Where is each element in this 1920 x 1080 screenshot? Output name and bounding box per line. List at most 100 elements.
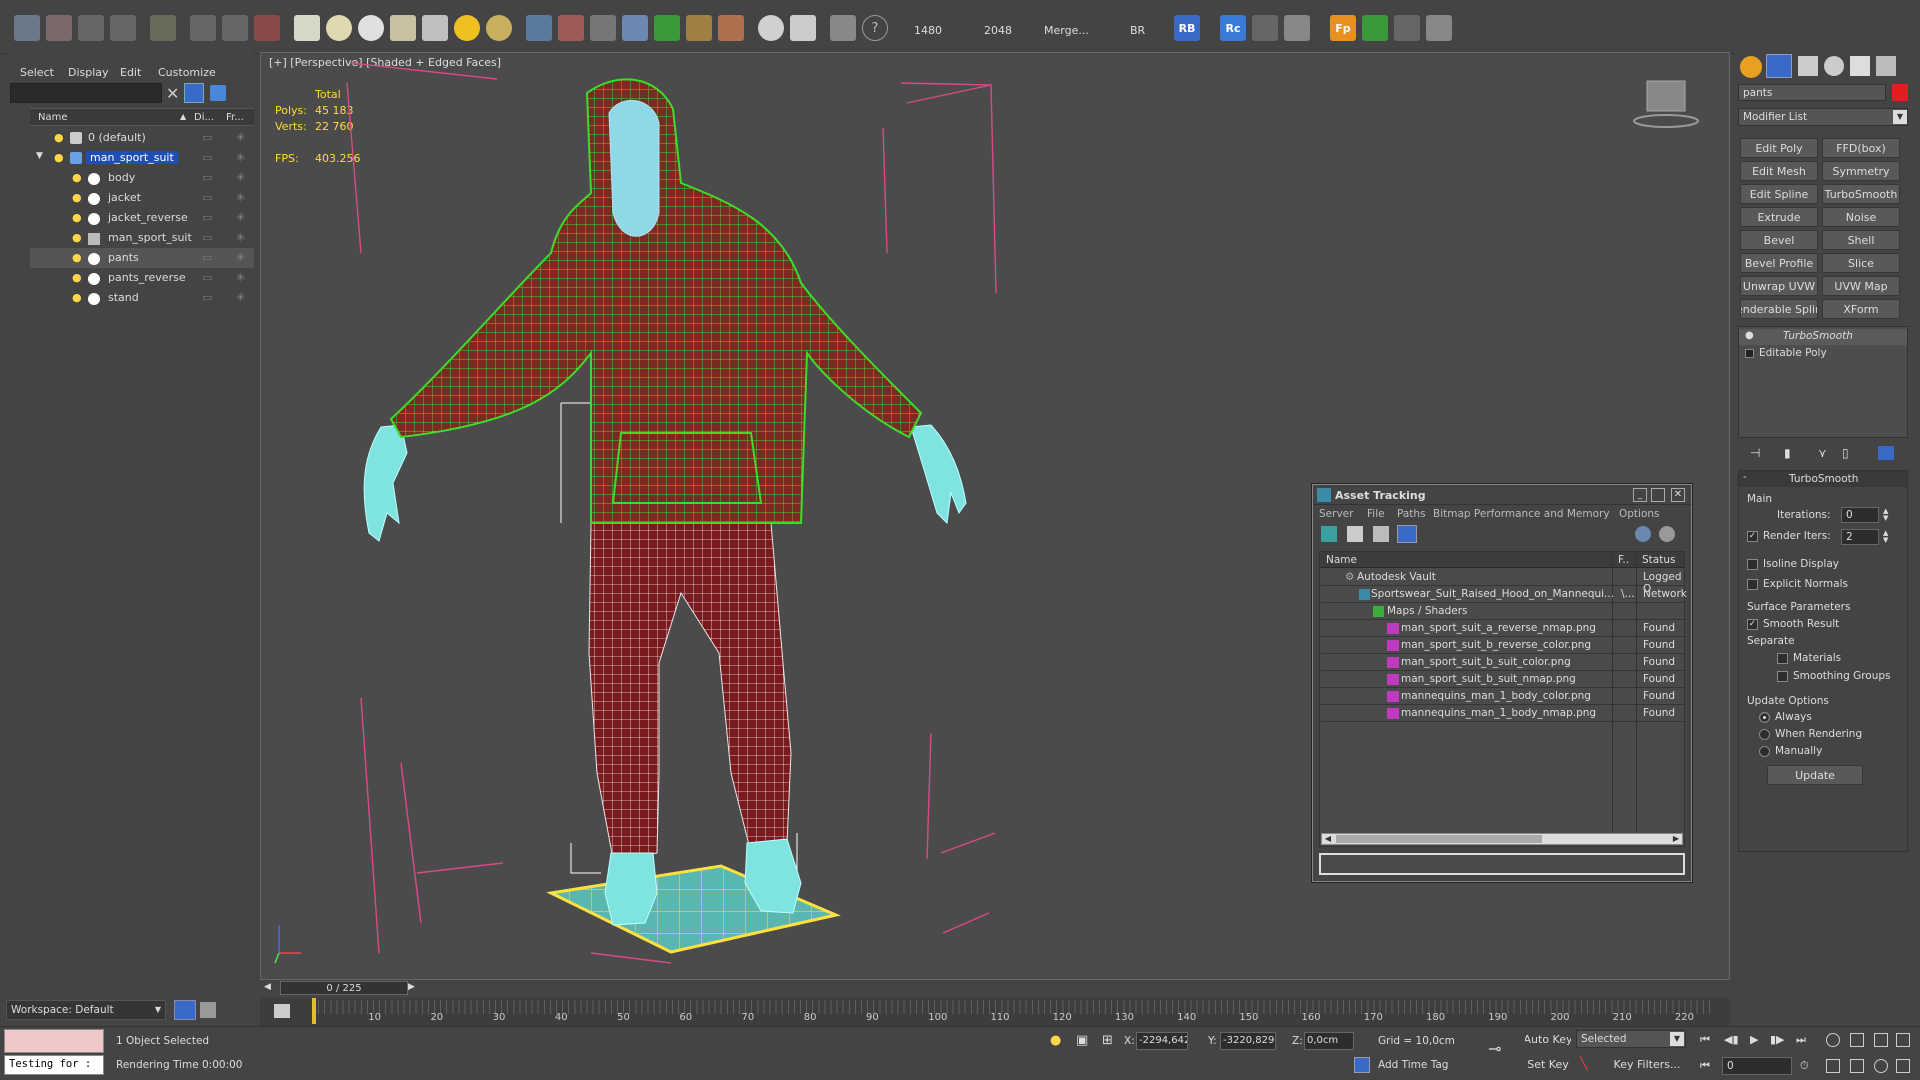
scene-row-man-sport-suit[interactable]: ▼ ● man_sport_suit ▭ ✳ xyxy=(30,148,254,168)
display-icon[interactable]: ▭ xyxy=(202,211,212,224)
materials-checkbox[interactable] xyxy=(1777,653,1788,664)
time-slider-thumb[interactable]: 0 / 225 xyxy=(280,981,408,995)
menu-bitmap[interactable]: Bitmap Performance and Memory xyxy=(1433,508,1610,520)
close-button[interactable]: ✕ xyxy=(1671,488,1685,502)
material-sphere-icon[interactable] xyxy=(758,15,784,41)
time-slider[interactable]: ◀ 0 / 225 ▶ xyxy=(260,980,1730,998)
layer-manager-icon[interactable] xyxy=(174,1000,196,1020)
display-icon[interactable]: ▭ xyxy=(202,291,212,304)
time-tag-icon[interactable] xyxy=(1354,1057,1370,1073)
column-f[interactable]: F.. xyxy=(1618,554,1629,566)
fp-button[interactable]: Fp xyxy=(1330,15,1356,41)
motion-tab-icon[interactable] xyxy=(1824,56,1844,76)
detail-view-icon[interactable] xyxy=(1373,526,1389,542)
xform-button[interactable]: XForm xyxy=(1822,299,1900,319)
current-frame-marker[interactable] xyxy=(312,998,316,1024)
tools-icon[interactable] xyxy=(1252,15,1278,41)
display-icon[interactable]: ▭ xyxy=(202,231,212,244)
display-icon[interactable]: ▭ xyxy=(202,171,212,184)
light-bulb-icon[interactable]: ● xyxy=(72,271,82,284)
table-view-icon[interactable] xyxy=(1397,525,1417,543)
grass-icon[interactable] xyxy=(654,15,680,41)
lock-icon[interactable]: ▣ xyxy=(1076,1033,1088,1048)
mix-icon[interactable] xyxy=(558,15,584,41)
key-selection-dropdown[interactable]: Selected ▼ xyxy=(1576,1030,1686,1048)
pan-icon[interactable] xyxy=(1850,1059,1864,1073)
pin-icon[interactable] xyxy=(590,15,616,41)
next-frame-arrow-icon[interactable]: ▶ xyxy=(408,982,415,992)
rb-button[interactable]: RB xyxy=(1174,15,1200,41)
scene-search-input[interactable] xyxy=(10,83,162,103)
pin-stack-icon[interactable]: ⊣ xyxy=(1750,446,1760,460)
expand-arrow-icon[interactable]: ▼ xyxy=(36,151,43,161)
noise-button[interactable]: Noise xyxy=(1822,207,1900,227)
transform-mode-icon[interactable]: ⊞ xyxy=(1102,1033,1113,1048)
rc-button[interactable]: Rc xyxy=(1220,15,1246,41)
play-icon[interactable]: ▶ xyxy=(1750,1033,1758,1046)
isolate-icon[interactable]: ● xyxy=(1050,1033,1061,1048)
column-name[interactable]: Name xyxy=(1326,554,1357,566)
object-color-swatch[interactable] xyxy=(1892,84,1908,101)
br-button[interactable]: BR xyxy=(1130,24,1145,37)
help-icon[interactable] xyxy=(1635,526,1651,542)
light-bulb-icon[interactable]: ● xyxy=(72,231,82,244)
settings-icon[interactable] xyxy=(1659,526,1675,542)
spreadsheet-icon[interactable] xyxy=(1426,15,1452,41)
scene-row-jacket[interactable]: ● jacket ▭ ✳ xyxy=(30,188,254,208)
scrollbar-thumb[interactable] xyxy=(1336,835,1542,843)
orbit-icon[interactable] xyxy=(1874,1059,1888,1073)
bevel-button[interactable]: Bevel xyxy=(1740,230,1818,250)
help-icon[interactable]: ? xyxy=(862,15,888,41)
time-config-icon[interactable]: ⏱ xyxy=(1800,1059,1809,1073)
menu-paths[interactable]: Paths xyxy=(1397,508,1426,520)
column-status[interactable]: Status xyxy=(1642,554,1675,566)
scroll-left-arrow-icon[interactable]: ◀ xyxy=(1322,834,1334,844)
hair-icon[interactable] xyxy=(686,15,712,41)
display-icon[interactable]: ▭ xyxy=(202,191,212,204)
update-button[interactable]: Update xyxy=(1767,765,1863,785)
y-coordinate-field[interactable]: -3220,829c xyxy=(1220,1032,1276,1050)
menu-edit[interactable]: Edit xyxy=(120,66,141,79)
display-icon[interactable]: ▭ xyxy=(202,251,212,264)
menu-customize[interactable]: Customize xyxy=(158,66,216,79)
add-time-tag[interactable]: Add Time Tag xyxy=(1378,1059,1448,1071)
turbosmooth-button[interactable]: TurboSmooth xyxy=(1822,184,1900,204)
edit-mesh-button[interactable]: Edit Mesh xyxy=(1740,161,1818,181)
sphere-primitive-icon[interactable] xyxy=(326,15,352,41)
slice-button[interactable]: Slice xyxy=(1822,253,1900,273)
light-bulb-icon[interactable]: ● xyxy=(1745,330,1754,341)
freeze-icon[interactable]: ✳ xyxy=(236,211,245,224)
zoom-extents-all-icon[interactable] xyxy=(1896,1033,1910,1047)
tree-icon[interactable] xyxy=(1362,15,1388,41)
go-to-end-icon[interactable]: ⏭ xyxy=(1796,1033,1806,1047)
asset-row-map[interactable]: mannequins_man_1_body_color.png Found xyxy=(1321,688,1685,705)
column-name[interactable]: Name xyxy=(38,112,68,123)
set-key-filter-icon[interactable]: ╲ xyxy=(1580,1057,1588,1072)
expand-plus-icon[interactable] xyxy=(1745,349,1754,358)
freeze-icon[interactable]: ✳ xyxy=(236,171,245,184)
render-iters-spinner[interactable]: 2 xyxy=(1841,529,1879,545)
extrude-button[interactable]: Extrude xyxy=(1740,207,1818,227)
uvw-map-button[interactable]: UVW Map xyxy=(1822,276,1900,296)
freeze-icon[interactable]: ✳ xyxy=(236,251,245,264)
horizontal-scrollbar[interactable]: ◀ ▶ xyxy=(1321,833,1683,845)
merge-button[interactable]: Merge... xyxy=(1044,24,1089,37)
asset-row-scene-file[interactable]: Sportswear_Suit_Raised_Hood_on_Mannequi.… xyxy=(1321,586,1687,603)
light-bulb-icon[interactable]: ● xyxy=(72,171,82,184)
clear-search-icon[interactable]: ✕ xyxy=(166,84,179,103)
display-tab-icon[interactable] xyxy=(1850,56,1870,76)
scene-row-pants[interactable]: ● pants ▭ ✳ xyxy=(30,248,254,268)
scroll-right-arrow-icon[interactable]: ▶ xyxy=(1670,834,1682,844)
create-tab-icon[interactable] xyxy=(1740,56,1762,78)
view-cube[interactable] xyxy=(1633,80,1699,128)
show-end-result-icon[interactable]: ▮ xyxy=(1784,446,1791,460)
isoline-checkbox[interactable] xyxy=(1747,559,1758,570)
smoothing-groups-checkbox[interactable] xyxy=(1777,671,1788,682)
scene-row-default[interactable]: ● 0 (default) ▭ ✳ xyxy=(30,128,254,148)
configure-sets-icon[interactable] xyxy=(1878,446,1894,460)
maximize-viewport-icon[interactable] xyxy=(1896,1059,1910,1073)
light-bulb-icon[interactable]: ● xyxy=(72,211,82,224)
scene-row-jacket-reverse[interactable]: ● jacket_reverse ▭ ✳ xyxy=(30,208,254,228)
render-setup-icon[interactable] xyxy=(254,15,280,41)
spinner-arrows-icon[interactable]: ▲ ▼ xyxy=(1883,508,1888,522)
